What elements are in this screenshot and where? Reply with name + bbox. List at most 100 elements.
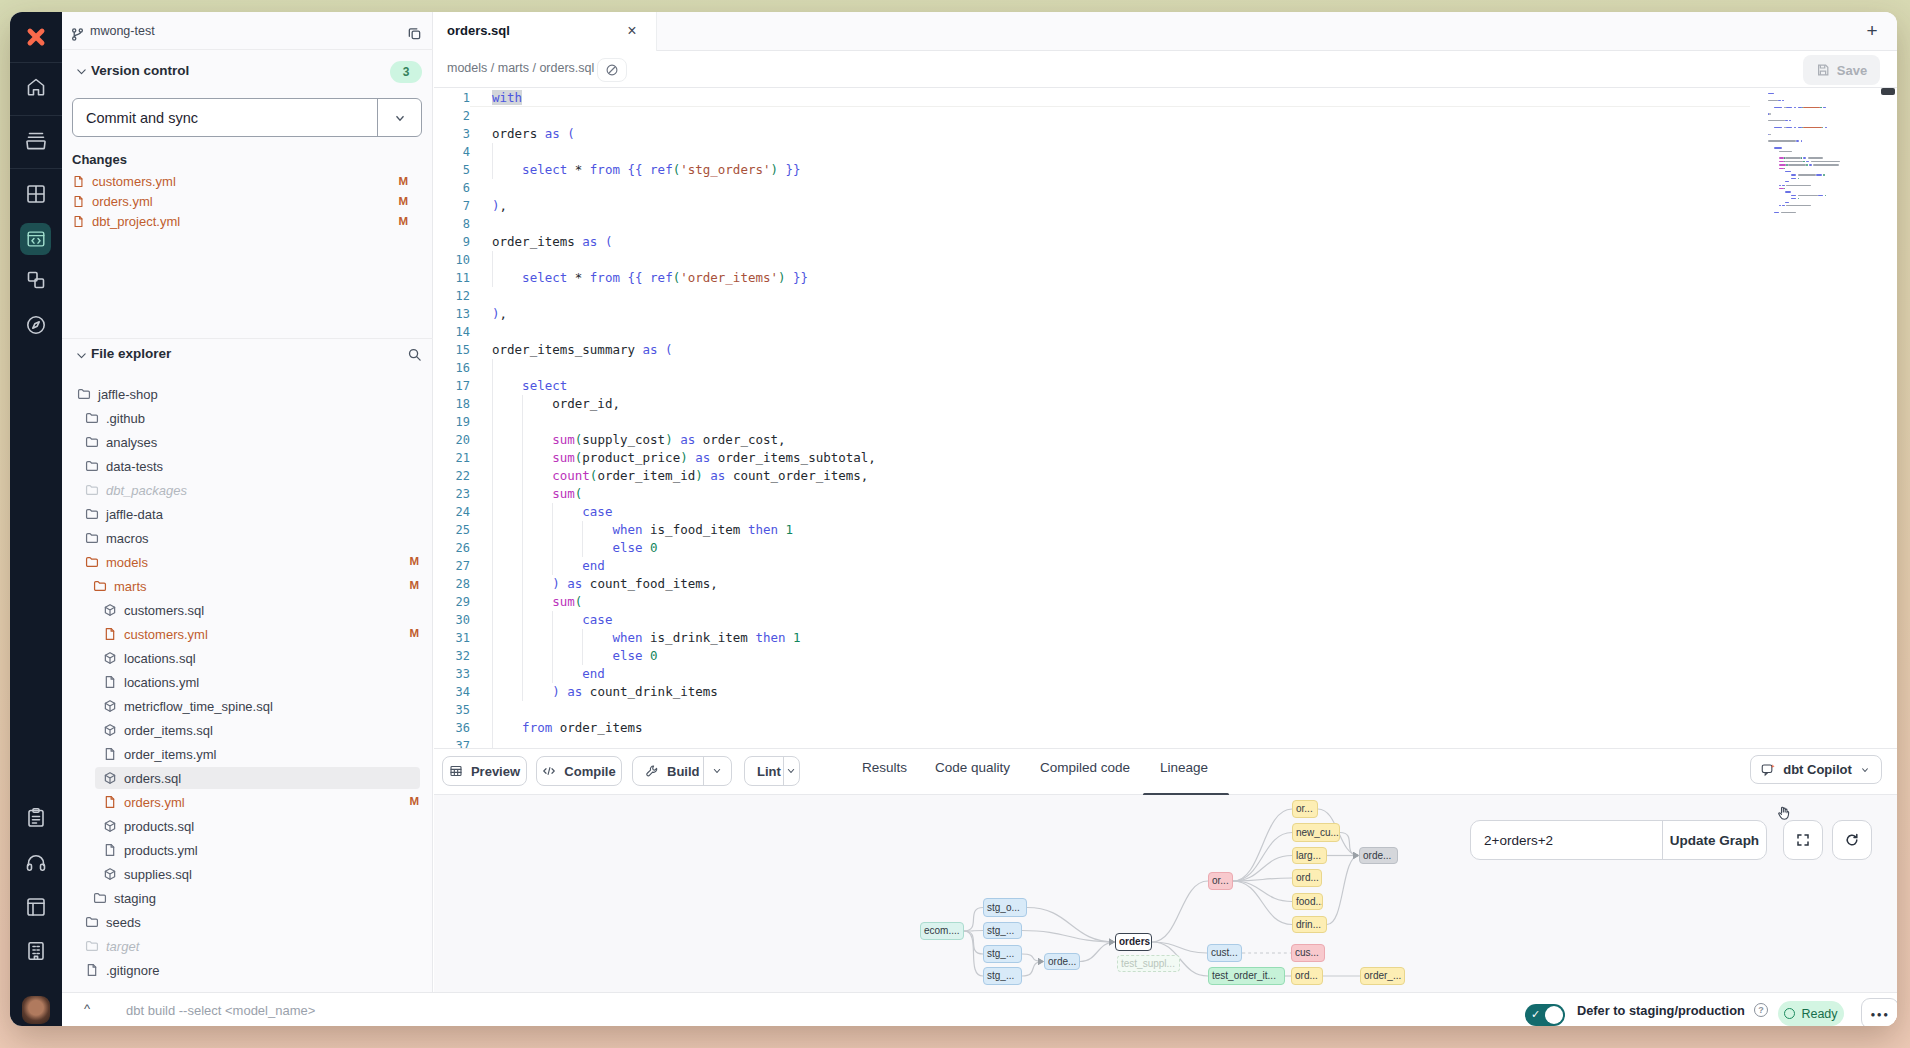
lint-options-chevron-icon[interactable]: [783, 757, 799, 785]
commit-options-chevron-icon[interactable]: [378, 111, 421, 125]
minimap[interactable]: [1768, 93, 1854, 218]
lineage-node-y8[interactable]: order_...: [1360, 967, 1405, 985]
refresh-button[interactable]: [1832, 820, 1872, 860]
rail-item-develop[interactable]: [20, 223, 51, 255]
lineage-filter-input[interactable]: 2+orders+2: [1471, 821, 1663, 859]
lineage-node-ecom[interactable]: ecom....: [920, 922, 964, 940]
tree-item-models[interactable]: modelsM: [62, 550, 433, 574]
command-input[interactable]: dbt build --select <model_name>: [126, 993, 315, 1026]
lineage-node-stg4[interactable]: stg_...: [983, 967, 1022, 985]
tree-item-order-items-sql[interactable]: order_items.sql: [62, 718, 433, 742]
tree-item-locations-sql[interactable]: locations.sql: [62, 646, 433, 670]
changed-file-row[interactable]: dbt_project.ymlM: [72, 211, 422, 231]
lineage-node-stg1[interactable]: stg_o...: [983, 898, 1027, 917]
tab-compiled-code[interactable]: Compiled code: [1040, 760, 1130, 775]
build-options-chevron-icon[interactable]: [703, 757, 731, 785]
lineage-node-orde5[interactable]: orde...: [1044, 953, 1080, 970]
dbt-logo-icon[interactable]: [22, 23, 50, 51]
headset-icon[interactable]: [24, 851, 48, 875]
changed-file-row[interactable]: customers.ymlM: [72, 171, 422, 191]
changed-file-row[interactable]: orders.ymlM: [72, 191, 422, 211]
squares-icon[interactable]: [24, 268, 48, 292]
tree-item-supplies-sql[interactable]: supplies.sql: [62, 862, 433, 886]
tab-lineage[interactable]: Lineage: [1160, 760, 1208, 775]
branch-name[interactable]: mwong-test: [90, 24, 155, 38]
lineage-node-cust[interactable]: cust...: [1207, 944, 1242, 962]
lineage-node-testgreen[interactable]: test_order_it...: [1208, 967, 1285, 985]
vc-collapse-icon[interactable]: [75, 64, 88, 77]
tree-item-orders-yml[interactable]: orders.ymlM: [62, 790, 433, 814]
tree-item-customers-yml[interactable]: customers.ymlM: [62, 622, 433, 646]
save-button[interactable]: Save: [1803, 55, 1880, 85]
tab-orders-sql[interactable]: orders.sql ×: [434, 12, 657, 51]
commit-and-sync-button[interactable]: Commit and sync: [72, 98, 422, 137]
tree-item-dbt-packages[interactable]: dbt_packages: [62, 478, 433, 502]
tree-item-locations-yml[interactable]: locations.yml: [62, 670, 433, 694]
lineage-panel[interactable]: ecom....stg_o...stg_...stg_...stg_...ord…: [434, 795, 1897, 992]
tree-item-products-sql[interactable]: products.sql: [62, 814, 433, 838]
ready-status-badge[interactable]: Ready: [1778, 1001, 1844, 1026]
tree-item-metricflow-time-spine-sql[interactable]: metricflow_time_spine.sql: [62, 694, 433, 718]
code-editor[interactable]: 1with23orders as (45 select * from {{ re…: [434, 88, 1897, 748]
build-button[interactable]: Build: [632, 756, 732, 786]
tree-item-staging[interactable]: staging: [62, 886, 433, 910]
lineage-node-ghost[interactable]: test_suppl...: [1117, 955, 1180, 972]
compass-icon[interactable]: [24, 313, 48, 337]
editor-scrollbar[interactable]: [1881, 88, 1895, 95]
tab-results[interactable]: Results: [862, 760, 907, 775]
tree-item-data-tests[interactable]: data-tests: [62, 454, 433, 478]
version-control-title[interactable]: Version control: [91, 63, 189, 78]
org-icon[interactable]: [24, 939, 48, 963]
tree-item-customers-sql[interactable]: customers.sql: [62, 598, 433, 622]
clipboard-icon[interactable]: [24, 806, 48, 830]
tree-item-target[interactable]: target: [62, 934, 433, 958]
file-explorer-title[interactable]: File explorer: [91, 346, 171, 361]
lineage-node-stg3[interactable]: stg_...: [983, 945, 1022, 963]
tree-item-order-items-yml[interactable]: order_items.yml: [62, 742, 433, 766]
fe-collapse-icon[interactable]: [75, 348, 88, 361]
lineage-node-y6[interactable]: drin...: [1292, 916, 1327, 933]
avatar[interactable]: [22, 996, 50, 1024]
tree-item-analyses[interactable]: analyses: [62, 430, 433, 454]
lineage-node-y7[interactable]: ord...: [1291, 967, 1323, 985]
lineage-node-cuspink[interactable]: cus...: [1291, 944, 1325, 962]
fullscreen-button[interactable]: [1783, 820, 1823, 860]
home-icon[interactable]: [24, 75, 48, 99]
defer-toggle[interactable]: ✓: [1525, 1004, 1565, 1026]
lineage-node-orpink[interactable]: or...: [1208, 872, 1233, 890]
lineage-node-y2[interactable]: new_cu...: [1292, 823, 1340, 842]
tree-item-marts[interactable]: martsM: [62, 574, 433, 598]
expand-command-bar-icon[interactable]: ^: [84, 1001, 90, 1016]
search-icon[interactable]: [407, 347, 422, 362]
new-tab-button[interactable]: +: [1861, 20, 1883, 42]
lineage-node-gray[interactable]: orde...: [1359, 847, 1398, 864]
update-graph-button[interactable]: Update Graph: [1663, 821, 1766, 859]
tree-item-jaffle-data[interactable]: jaffle-data: [62, 502, 433, 526]
tree-item--github[interactable]: .github: [62, 406, 433, 430]
open-compiled-icon[interactable]: [597, 58, 627, 82]
tree-item--gitignore[interactable]: .gitignore: [62, 958, 433, 982]
lineage-node-y1[interactable]: or...: [1292, 800, 1318, 818]
tree-item-products-yml[interactable]: products.yml: [62, 838, 433, 862]
more-options-button[interactable]: ●●●: [1861, 998, 1897, 1026]
dbt-copilot-button[interactable]: dbt Copilot: [1750, 755, 1882, 784]
preview-button[interactable]: Preview: [442, 756, 527, 786]
tree-item-jaffle-shop[interactable]: jaffle-shop: [62, 382, 433, 406]
lineage-node-y3[interactable]: larg...: [1292, 847, 1327, 864]
lineage-node-stg2[interactable]: stg_...: [983, 922, 1022, 939]
tab-code-quality[interactable]: Code quality: [935, 760, 1010, 775]
compile-button[interactable]: Compile: [536, 756, 622, 786]
docs-icon[interactable]: [24, 895, 48, 919]
grid-icon[interactable]: [24, 182, 48, 206]
tree-item-orders-sql[interactable]: orders.sql: [62, 766, 433, 790]
tab-close-icon[interactable]: ×: [622, 21, 642, 41]
stack-icon[interactable]: [24, 129, 48, 153]
tree-item-macros[interactable]: macros: [62, 526, 433, 550]
lineage-node-y4[interactable]: ord...: [1292, 869, 1322, 887]
lineage-node-y5[interactable]: food...: [1292, 893, 1323, 910]
lineage-node-orders[interactable]: orders: [1115, 933, 1152, 951]
copy-icon[interactable]: [407, 26, 422, 41]
tree-item-seeds[interactable]: seeds: [62, 910, 433, 934]
lint-button[interactable]: Lint: [744, 756, 800, 786]
help-icon[interactable]: ?: [1754, 1003, 1768, 1017]
